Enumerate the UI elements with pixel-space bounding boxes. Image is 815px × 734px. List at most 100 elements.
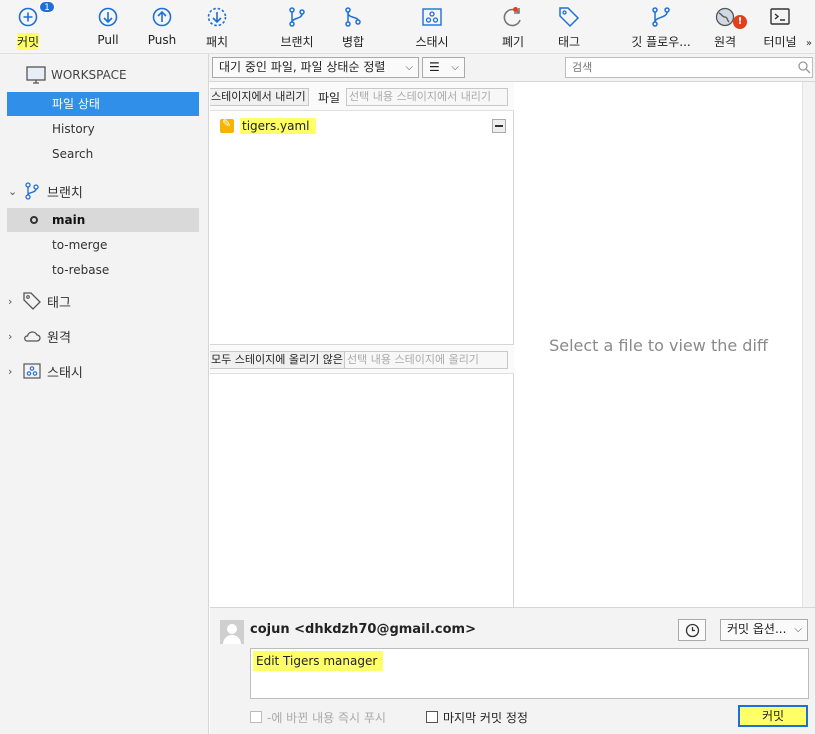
commit-options-value: 커밋 옵션... [727, 622, 787, 636]
file-filter-select[interactable]: 대기 중인 파일, 파일 상태순 정렬 ⌵ [212, 57, 419, 78]
git-flow-icon [652, 7, 670, 27]
commit-options-select[interactable]: 커밋 옵션... ⌵ [720, 619, 808, 641]
stash-label: 스태시 [415, 35, 449, 49]
patch-label: 패치 [205, 35, 229, 49]
branch-button[interactable]: 브랜치 [276, 0, 318, 54]
stash-icon [23, 363, 41, 379]
sidebar: WORKSPACE 파일 상태 History Search ⌄ 브랜치 mai… [0, 54, 209, 734]
staged-file-name: tigers.yaml [240, 118, 316, 134]
search-icon [798, 61, 811, 74]
stage-selected-button[interactable]: 선택 내용 스테이지에 올리기 [344, 351, 508, 369]
search-input[interactable] [565, 57, 813, 78]
git-flow-label: 깃 플로우... [631, 35, 691, 49]
commit-history-button[interactable] [678, 619, 706, 641]
toolbar-overflow-button[interactable]: » [806, 38, 812, 49]
sidebar-item-file-status[interactable]: 파일 상태 [7, 92, 199, 116]
current-branch-icon [30, 216, 38, 224]
push-immediately-checkbox[interactable]: -에 바뀐 내용 즉시 푸시 [250, 709, 386, 725]
staged-files-pane: 스테이지에서 내리기 파일 선택 내용 스테이지에서 내리기 tigers.ya… [210, 82, 514, 344]
branch-item-main[interactable]: main [7, 208, 199, 232]
workspace-header: WORKSPACE [26, 63, 127, 87]
remote-label: 원격 [713, 35, 737, 49]
commit-toolbar-label: 커밋 [16, 33, 40, 50]
staged-file-row[interactable]: tigers.yaml [218, 116, 510, 136]
sidebar-item-history[interactable]: History [7, 117, 199, 141]
chevron-down-icon: ⌵ [405, 62, 413, 73]
clock-icon [685, 623, 700, 638]
tag-icon [559, 7, 580, 28]
tags-header[interactable]: › 태그 [8, 289, 71, 313]
branch-icon [25, 182, 39, 200]
discard-button[interactable]: 폐기 [496, 0, 530, 54]
branch-label: 브랜치 [280, 35, 314, 49]
diff-pane: Select a file to view the diff [515, 82, 802, 607]
chevron-down-icon: ⌵ [451, 62, 459, 73]
pull-button[interactable]: Pull [91, 0, 125, 54]
avatar [220, 620, 244, 644]
terminal-label: 터미널 [763, 35, 797, 49]
tag-label: 태그 [557, 35, 581, 49]
commit-toolbar-button[interactable]: 1 커밋 [8, 0, 55, 54]
push-label: Push [147, 33, 177, 47]
unstage-all-button[interactable]: 스테이지에서 내리기 [210, 88, 309, 106]
modified-file-icon [220, 117, 234, 133]
patch-icon [207, 7, 227, 27]
stashes-label: 스태시 [47, 365, 83, 381]
cloud-icon [24, 331, 41, 342]
remote-button[interactable]: ! 원격 [708, 0, 747, 54]
commit-plus-icon [18, 7, 38, 27]
tag-button[interactable]: 태그 [552, 0, 586, 54]
remote-alert-icon: ! [733, 15, 747, 29]
branches-label: 브랜치 [47, 185, 83, 201]
push-button[interactable]: Push [145, 0, 179, 54]
discard-label: 폐기 [501, 35, 525, 49]
commit-area: cojun <dhkdzh70@gmail.com> 커밋 옵션... ⌵ Ed… [210, 607, 815, 734]
remotes-header[interactable]: › 원격 [8, 324, 71, 348]
chevron-right-icon: › [8, 329, 13, 343]
commit-author: cojun <dhkdzh70@gmail.com> [250, 622, 476, 637]
merge-icon [345, 7, 361, 27]
sidebar-item-search[interactable]: Search [7, 142, 199, 166]
file-filter-value: 대기 중인 파일, 파일 상태순 정렬 [219, 60, 386, 74]
view-mode-select[interactable]: ☰ ⌵ [422, 57, 465, 78]
unstage-file-button[interactable] [492, 119, 506, 133]
discard-dot-icon [513, 7, 518, 12]
remotes-label: 원격 [47, 330, 71, 346]
file-filter-bar: 대기 중인 파일, 파일 상태순 정렬 ⌵ ☰ ⌵ [209, 54, 815, 82]
diff-scrollbar[interactable] [802, 82, 815, 607]
branch-item-to-merge[interactable]: to-merge [7, 233, 199, 257]
tags-label: 태그 [47, 295, 71, 311]
branch-icon [289, 7, 305, 27]
merge-label: 병합 [341, 35, 365, 49]
toolbar: 1 커밋 Pull Push 패치 브랜치 병합 스태시 폐기 태그 깃 플로우… [0, 0, 815, 54]
checkbox-box [426, 711, 438, 723]
amend-last-commit-label: 마지막 커밋 정정 [443, 710, 528, 725]
tag-icon [23, 292, 41, 310]
stash-button[interactable]: 스태시 [410, 0, 454, 54]
chevron-right-icon: › [8, 294, 13, 308]
stash-icon [422, 8, 442, 26]
push-immediately-label: -에 바뀐 내용 즉시 푸시 [267, 710, 386, 725]
commit-count-badge: 1 [39, 1, 55, 13]
push-icon [152, 7, 172, 27]
terminal-icon [770, 8, 790, 25]
unstaged-pane-header: 모두 스테이지에 올리기 않은 파일 선택 내용 스테이지에 올리기 [210, 345, 514, 374]
commit-message-input[interactable]: Edit Tigers manager [250, 648, 809, 699]
unstage-selected-button[interactable]: 선택 내용 스테이지에서 내리기 [346, 88, 508, 106]
stashes-header[interactable]: › 스태시 [8, 359, 83, 383]
git-flow-button[interactable]: 깃 플로우... [628, 0, 694, 54]
amend-last-commit-checkbox[interactable]: 마지막 커밋 정정 [426, 709, 528, 725]
chevron-right-icon: › [8, 364, 13, 378]
branches-header[interactable]: ⌄ 브랜치 [8, 179, 83, 203]
list-view-icon: ☰ [429, 60, 440, 74]
commit-button[interactable]: 커밋 [738, 705, 808, 727]
branch-item-to-rebase[interactable]: to-rebase [7, 258, 199, 282]
chevron-down-icon: ⌄ [8, 184, 18, 198]
terminal-button[interactable]: 터미널 [760, 0, 800, 54]
unstaged-files-pane: 모두 스테이지에 올리기 않은 파일 선택 내용 스테이지에 올리기 [210, 344, 514, 607]
staged-files-label: 파일 [318, 91, 341, 105]
diff-placeholder-text: Select a file to view the diff [549, 336, 768, 355]
patch-button[interactable]: 패치 [200, 0, 234, 54]
merge-button[interactable]: 병합 [336, 0, 370, 54]
monitor-icon [26, 66, 46, 84]
